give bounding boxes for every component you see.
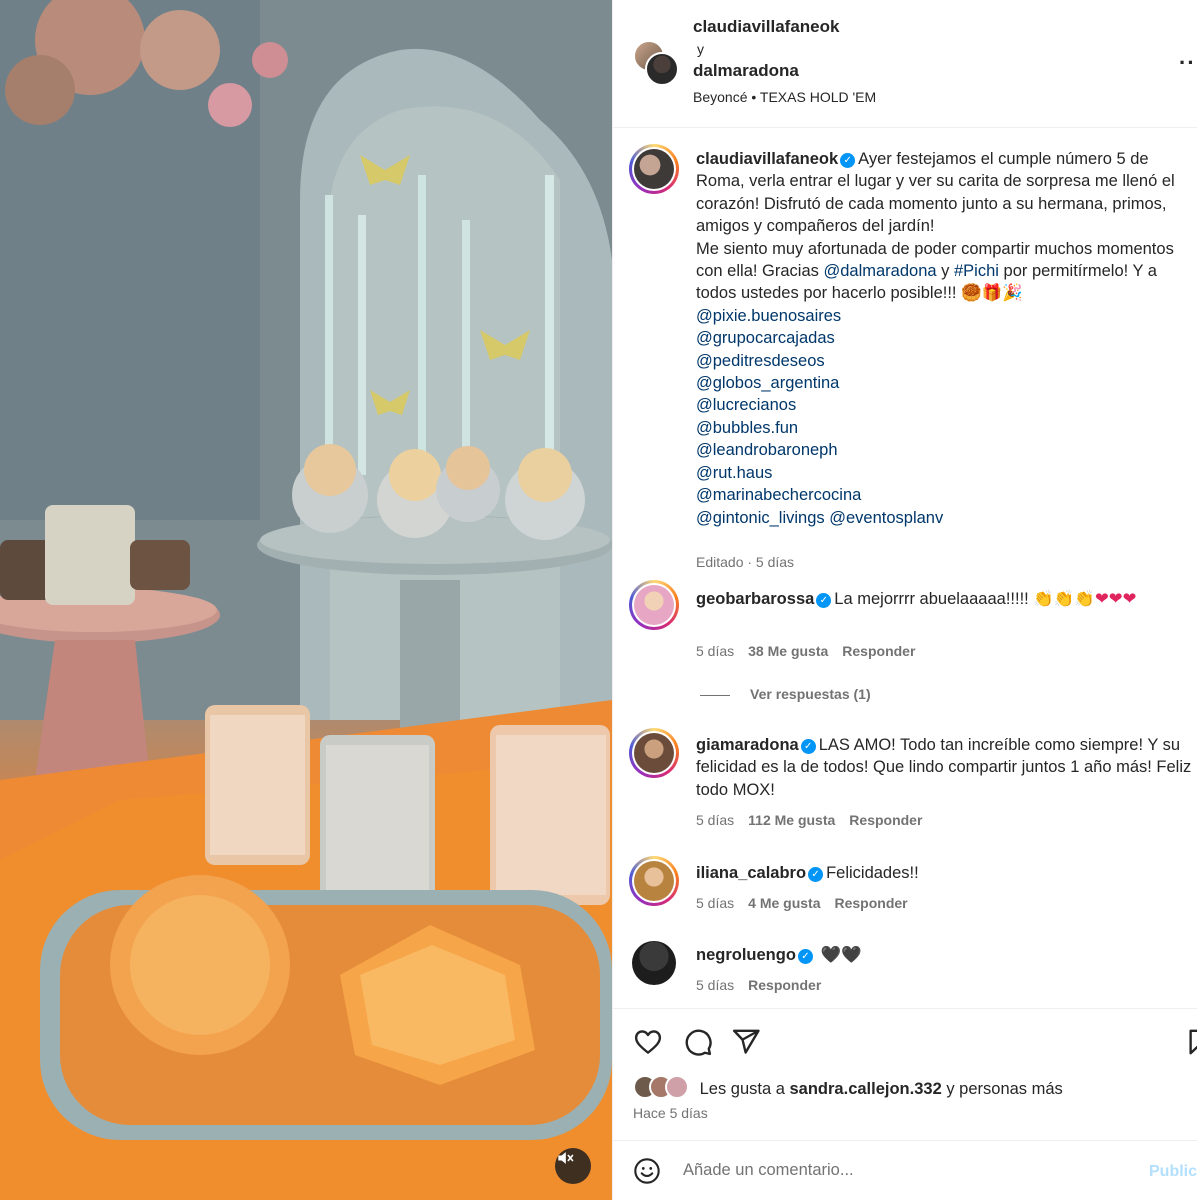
comment-meta: 5 días 38 Me gusta Responder bbox=[696, 643, 929, 659]
commenter-username[interactable]: negroluengo bbox=[696, 946, 796, 964]
smiley-icon[interactable] bbox=[633, 1157, 661, 1185]
mention-link[interactable]: @peditresdeseos bbox=[696, 352, 825, 370]
edited-label: Editado · 5 días bbox=[696, 554, 795, 570]
mention-link[interactable]: @grupocarcajadas bbox=[696, 329, 835, 347]
mention-link[interactable]: @globos_argentina bbox=[696, 374, 839, 392]
verified-icon: ✓ bbox=[816, 593, 832, 608]
likes-suffix: y personas más bbox=[941, 1080, 1063, 1098]
post-media[interactable] bbox=[0, 0, 612, 1200]
comment-text: negroluengo ✓ 🖤🖤 bbox=[696, 944, 1194, 966]
comment-body: La mejorrrr abuelaaaaa!!!!! bbox=[834, 590, 1034, 608]
mention-link[interactable]: @gintonic_livings bbox=[696, 509, 825, 527]
divider bbox=[700, 694, 730, 696]
comment-icon[interactable] bbox=[683, 1027, 713, 1057]
mention-link[interactable]: @marinabechercocina bbox=[696, 486, 861, 504]
bookmark-icon[interactable] bbox=[1185, 1027, 1197, 1057]
post-header: claudiavillafaneok y dalmaradona Beyoncé… bbox=[613, 0, 1197, 128]
caption-text: claudiavillafaneok ✓ Ayer festejamos el cu… bbox=[696, 148, 1194, 529]
mention-link[interactable]: @leandrobaroneph bbox=[696, 441, 838, 459]
comment-text: iliana_calabro ✓ Felicidades!! bbox=[696, 862, 1194, 884]
comment-likes[interactable]: 112 Me gusta bbox=[748, 812, 835, 828]
heart-icon[interactable] bbox=[633, 1027, 663, 1057]
mention-link[interactable]: @rut.haus bbox=[696, 464, 772, 482]
comment-meta: 5 días 4 Me gusta Responder bbox=[696, 895, 922, 911]
caption-username[interactable]: claudiavillafaneok bbox=[696, 150, 838, 168]
collab-connector: y bbox=[697, 41, 704, 57]
view-replies-label: Ver respuestas (1) bbox=[750, 686, 871, 702]
comment-box: Añade un comentario... Publicar bbox=[613, 1140, 1197, 1200]
reply-button[interactable]: Responder bbox=[835, 895, 908, 911]
mute-button[interactable] bbox=[555, 1148, 591, 1184]
more-horizontal-icon[interactable]: ··· bbox=[1179, 50, 1197, 76]
send-icon[interactable] bbox=[731, 1027, 761, 1057]
comment-text: giamaradona ✓ LAS AMO! Todo tan increíble … bbox=[696, 734, 1194, 801]
audio-track[interactable]: Beyoncé • TEXAS HOLD 'EM bbox=[693, 89, 876, 105]
collab-avatars[interactable] bbox=[633, 40, 679, 86]
caption-meta: Editado · 5 días bbox=[696, 554, 808, 570]
view-replies-button[interactable]: Ver respuestas (1) bbox=[700, 686, 871, 702]
comment-body: Felicidades!! bbox=[826, 864, 919, 882]
comment-input[interactable]: Añade un comentario... bbox=[683, 1161, 854, 1180]
mention-link[interactable]: @dalmaradona bbox=[823, 262, 936, 280]
comment-age: 5 días bbox=[696, 812, 735, 828]
post-time[interactable]: Hace 5 días bbox=[633, 1105, 708, 1121]
commenter-username[interactable]: geobarbarossa bbox=[696, 590, 814, 608]
post-actions: Les gusta a sandra.callejon.332 y person… bbox=[613, 1008, 1197, 1141]
commenter-username[interactable]: iliana_calabro bbox=[696, 864, 806, 882]
commenter-avatar[interactable] bbox=[629, 728, 679, 778]
mention-link[interactable]: @lucrecianos bbox=[696, 396, 796, 414]
comment-emojis: 👏👏👏❤❤❤ bbox=[1033, 589, 1137, 608]
avatar bbox=[665, 1075, 689, 1099]
hashtag-link[interactable]: #Pichi bbox=[954, 262, 999, 280]
caption-connector: y bbox=[936, 262, 954, 281]
comment-meta: 5 días Responder bbox=[696, 977, 835, 993]
comment-age: 5 días bbox=[696, 895, 735, 911]
commenter-avatar[interactable] bbox=[632, 941, 676, 985]
author-username[interactable]: claudiavillafaneok bbox=[693, 17, 839, 37]
comments-scroll[interactable]: claudiavillafaneok ✓ Ayer festejamos el cu… bbox=[613, 128, 1197, 1008]
speaker-muted-icon bbox=[558, 1152, 574, 1164]
reply-button[interactable]: Responder bbox=[748, 977, 821, 993]
commenter-avatar[interactable] bbox=[629, 580, 679, 630]
verified-icon: ✓ bbox=[797, 949, 813, 964]
party-table-photo bbox=[0, 0, 612, 1200]
verified-icon: ✓ bbox=[840, 153, 856, 168]
author-avatar[interactable] bbox=[629, 144, 679, 194]
mention-link[interactable]: @bubbles.fun bbox=[696, 419, 798, 437]
verified-icon: ✓ bbox=[800, 739, 816, 754]
mention-link[interactable]: @pixie.buenosaires bbox=[696, 307, 841, 325]
comment-meta: 5 días 112 Me gusta Responder bbox=[696, 812, 936, 828]
likes-prefix: Les gusta a bbox=[699, 1080, 790, 1098]
commenter-avatar[interactable] bbox=[629, 856, 679, 906]
comment-text: geobarbarossa ✓ La mejorrrr abuelaaaaa!!!!… bbox=[696, 588, 1194, 610]
commenter-username[interactable]: giamaradona bbox=[696, 736, 799, 754]
mention-link[interactable]: @eventosplanv bbox=[829, 509, 943, 527]
comment-age: 5 días bbox=[696, 643, 735, 659]
collaborator-username[interactable]: dalmaradona bbox=[693, 61, 799, 81]
comment-likes[interactable]: 38 Me gusta bbox=[748, 643, 828, 659]
likes-user[interactable]: sandra.callejon.332 bbox=[790, 1080, 942, 1098]
caption-emojis: 🥮🎁🎉 bbox=[961, 283, 1023, 303]
publish-button[interactable]: Publicar bbox=[1149, 1163, 1197, 1181]
comment-age: 5 días bbox=[696, 977, 735, 993]
post-panel: claudiavillafaneok y dalmaradona Beyoncé… bbox=[612, 0, 1197, 1200]
avatar bbox=[645, 52, 679, 86]
likes-summary[interactable]: Les gusta a sandra.callejon.332 y person… bbox=[633, 1075, 1063, 1099]
verified-icon: ✓ bbox=[808, 867, 824, 882]
comment-likes[interactable]: 4 Me gusta bbox=[748, 895, 820, 911]
reply-button[interactable]: Responder bbox=[849, 812, 922, 828]
comment-body: 🖤🖤 bbox=[820, 945, 862, 964]
reply-button[interactable]: Responder bbox=[842, 643, 915, 659]
